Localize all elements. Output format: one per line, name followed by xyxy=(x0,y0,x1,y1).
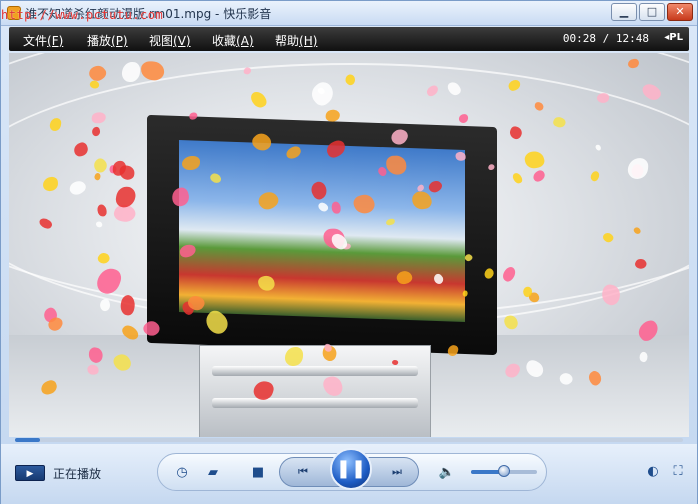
window-controls: ▁ □ ✕ xyxy=(611,3,693,21)
seek-bar[interactable] xyxy=(15,438,683,442)
speaker-icon[interactable]: 🔈 xyxy=(437,463,457,483)
flower-petal xyxy=(331,202,341,215)
clock-icon[interactable]: ◷ xyxy=(172,463,192,483)
control-bar: ▶ 正在播放 ◷ ▰ ■ ⏮ ⏭ ❚❚ 🔈 ◐ ⛶ xyxy=(1,444,697,504)
close-button[interactable]: ✕ xyxy=(667,3,693,21)
previous-icon[interactable]: ⏮ xyxy=(288,463,318,481)
status-text: 正在播放 xyxy=(53,467,102,481)
fullscreen-icon[interactable]: ⛶ xyxy=(669,463,687,481)
flower-petal xyxy=(503,314,520,331)
volume-handle[interactable] xyxy=(498,465,510,477)
time-readout: 00:28 / 12:48 xyxy=(562,32,649,45)
seek-progress xyxy=(15,438,40,442)
flower-petal xyxy=(454,150,466,161)
stand-shelf xyxy=(212,366,418,376)
menu-favorites[interactable]: 收藏(A) xyxy=(212,32,254,49)
menu-help[interactable]: 帮助(H) xyxy=(275,32,317,49)
tv-screen xyxy=(179,140,465,322)
playing-indicator-icon[interactable]: ▶ xyxy=(15,465,45,481)
menu-view[interactable]: 视图(V) xyxy=(149,32,191,49)
player-window: 谁不知道杀红颜动漫版.rm01.mpg - 快乐影音 http://www.pc… xyxy=(0,0,698,504)
tv-frame xyxy=(147,114,497,356)
pause-icon[interactable]: ❚❚ xyxy=(330,448,372,490)
maximize-button[interactable]: □ xyxy=(639,3,665,21)
minimize-button[interactable]: ▁ xyxy=(611,3,637,21)
folder-icon[interactable]: ▰ xyxy=(203,463,223,483)
stand-shelf xyxy=(212,398,418,408)
menu-play[interactable]: 播放(P) xyxy=(87,32,128,49)
playlist-toggle[interactable]: ◂PL xyxy=(664,32,683,43)
stop-icon[interactable]: ■ xyxy=(248,463,268,483)
menu-bar: 文件(F) 播放(P) 视图(V) 收藏(A) 帮助(H) 00:28 / 12… xyxy=(9,27,689,51)
volume-slider[interactable] xyxy=(471,465,537,477)
video-area[interactable] xyxy=(9,53,689,437)
tv-stand xyxy=(199,345,431,437)
watermark-text: http://www.pctutu.com xyxy=(1,8,164,22)
contrast-icon[interactable]: ◐ xyxy=(644,463,662,481)
title-bar[interactable]: 谁不知道杀红颜动漫版.rm01.mpg - 快乐影音 http://www.pc… xyxy=(1,1,697,26)
menu-file[interactable]: 文件(F) xyxy=(23,32,63,49)
next-icon[interactable]: ⏭ xyxy=(382,463,412,481)
flower-petal xyxy=(284,346,303,366)
